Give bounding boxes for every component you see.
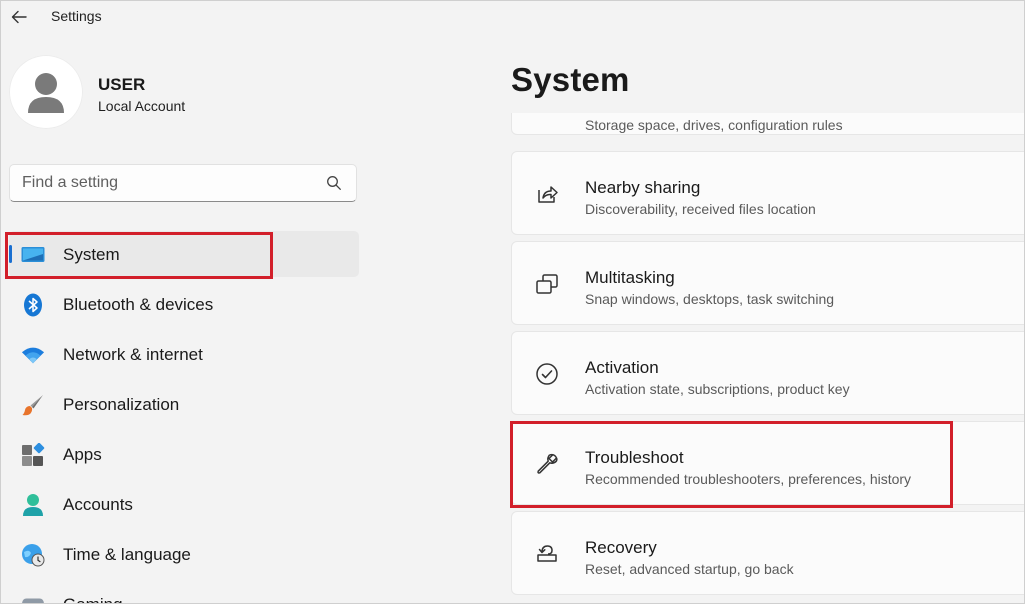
card-nearby-sharing[interactable]: Nearby sharing Discoverability, received…: [511, 151, 1024, 235]
card-description: Reset, advanced startup, go back: [585, 561, 794, 577]
sidebar-item-time-language[interactable]: Time & language: [9, 531, 359, 577]
card-title: Activation: [585, 358, 659, 377]
sidebar-item-accounts[interactable]: Accounts: [9, 481, 359, 527]
sidebar-item-gaming[interactable]: Gaming: [9, 581, 359, 603]
page-title: System: [511, 61, 630, 98]
sidebar-item-label: Network & internet: [63, 345, 203, 364]
settings-list: Storage space, drives, configuration rul…: [511, 113, 1024, 603]
card-title: Recovery: [585, 538, 657, 557]
globe-clock-icon: [21, 543, 45, 567]
accounts-icon: [21, 493, 45, 517]
sidebar-item-personalization[interactable]: Personalization: [9, 381, 359, 427]
search-box: [9, 164, 357, 202]
gamepad-icon: [21, 593, 45, 603]
card-multitasking[interactable]: Multitasking Snap windows, desktops, tas…: [511, 241, 1024, 325]
sidebar-nav: System Bluetooth & devices Network & int…: [9, 231, 359, 603]
sidebar-item-label: Apps: [63, 445, 102, 464]
card-description: Snap windows, desktops, task switching: [585, 291, 835, 307]
person-icon: [28, 73, 64, 113]
card-recovery[interactable]: Recovery Reset, advanced startup, go bac…: [511, 511, 1024, 595]
card-activation[interactable]: Activation Activation state, subscriptio…: [511, 331, 1024, 415]
annotation-highlight-system: [5, 232, 273, 279]
share-icon: [534, 181, 560, 207]
sidebar-item-label: Gaming: [63, 595, 123, 603]
card-description: Storage space, drives, configuration rul…: [585, 117, 843, 133]
sidebar-item-network[interactable]: Network & internet: [9, 331, 359, 377]
paintbrush-icon: [21, 393, 45, 417]
card-title: Nearby sharing: [585, 178, 701, 197]
user-name: USER: [98, 75, 146, 94]
sidebar-item-label: Time & language: [63, 545, 191, 564]
annotation-highlight-troubleshoot: [510, 421, 953, 508]
card-title: Multitasking: [585, 268, 675, 287]
bluetooth-icon: [21, 293, 45, 317]
recovery-icon: [534, 541, 560, 567]
search-input[interactable]: [22, 173, 312, 193]
settings-window: Settings USER Local Account Find a setti…: [0, 0, 1025, 604]
sidebar-item-bluetooth[interactable]: Bluetooth & devices: [9, 281, 359, 327]
avatar[interactable]: [9, 55, 83, 129]
card-storage[interactable]: Storage space, drives, configuration rul…: [511, 113, 1024, 135]
card-description: Activation state, subscriptions, product…: [585, 381, 850, 397]
user-account-type: Local Account: [98, 98, 186, 114]
sidebar-item-label: Accounts: [63, 495, 133, 514]
apps-icon: [21, 443, 45, 467]
card-description: Discoverability, received files location: [585, 201, 816, 217]
sidebar-item-apps[interactable]: Apps: [9, 431, 359, 477]
title-bar: Settings: [1, 1, 1024, 35]
sidebar-item-label: Bluetooth & devices: [63, 295, 214, 314]
sidebar-item-label: Personalization: [63, 395, 180, 414]
wifi-icon: [21, 343, 45, 367]
search-icon[interactable]: [326, 175, 342, 191]
app-title: Settings: [51, 8, 102, 24]
arrow-left-icon: [11, 10, 27, 24]
activation-check-icon: [534, 361, 560, 387]
multitasking-icon: [534, 271, 560, 297]
back-button[interactable]: [7, 6, 31, 28]
